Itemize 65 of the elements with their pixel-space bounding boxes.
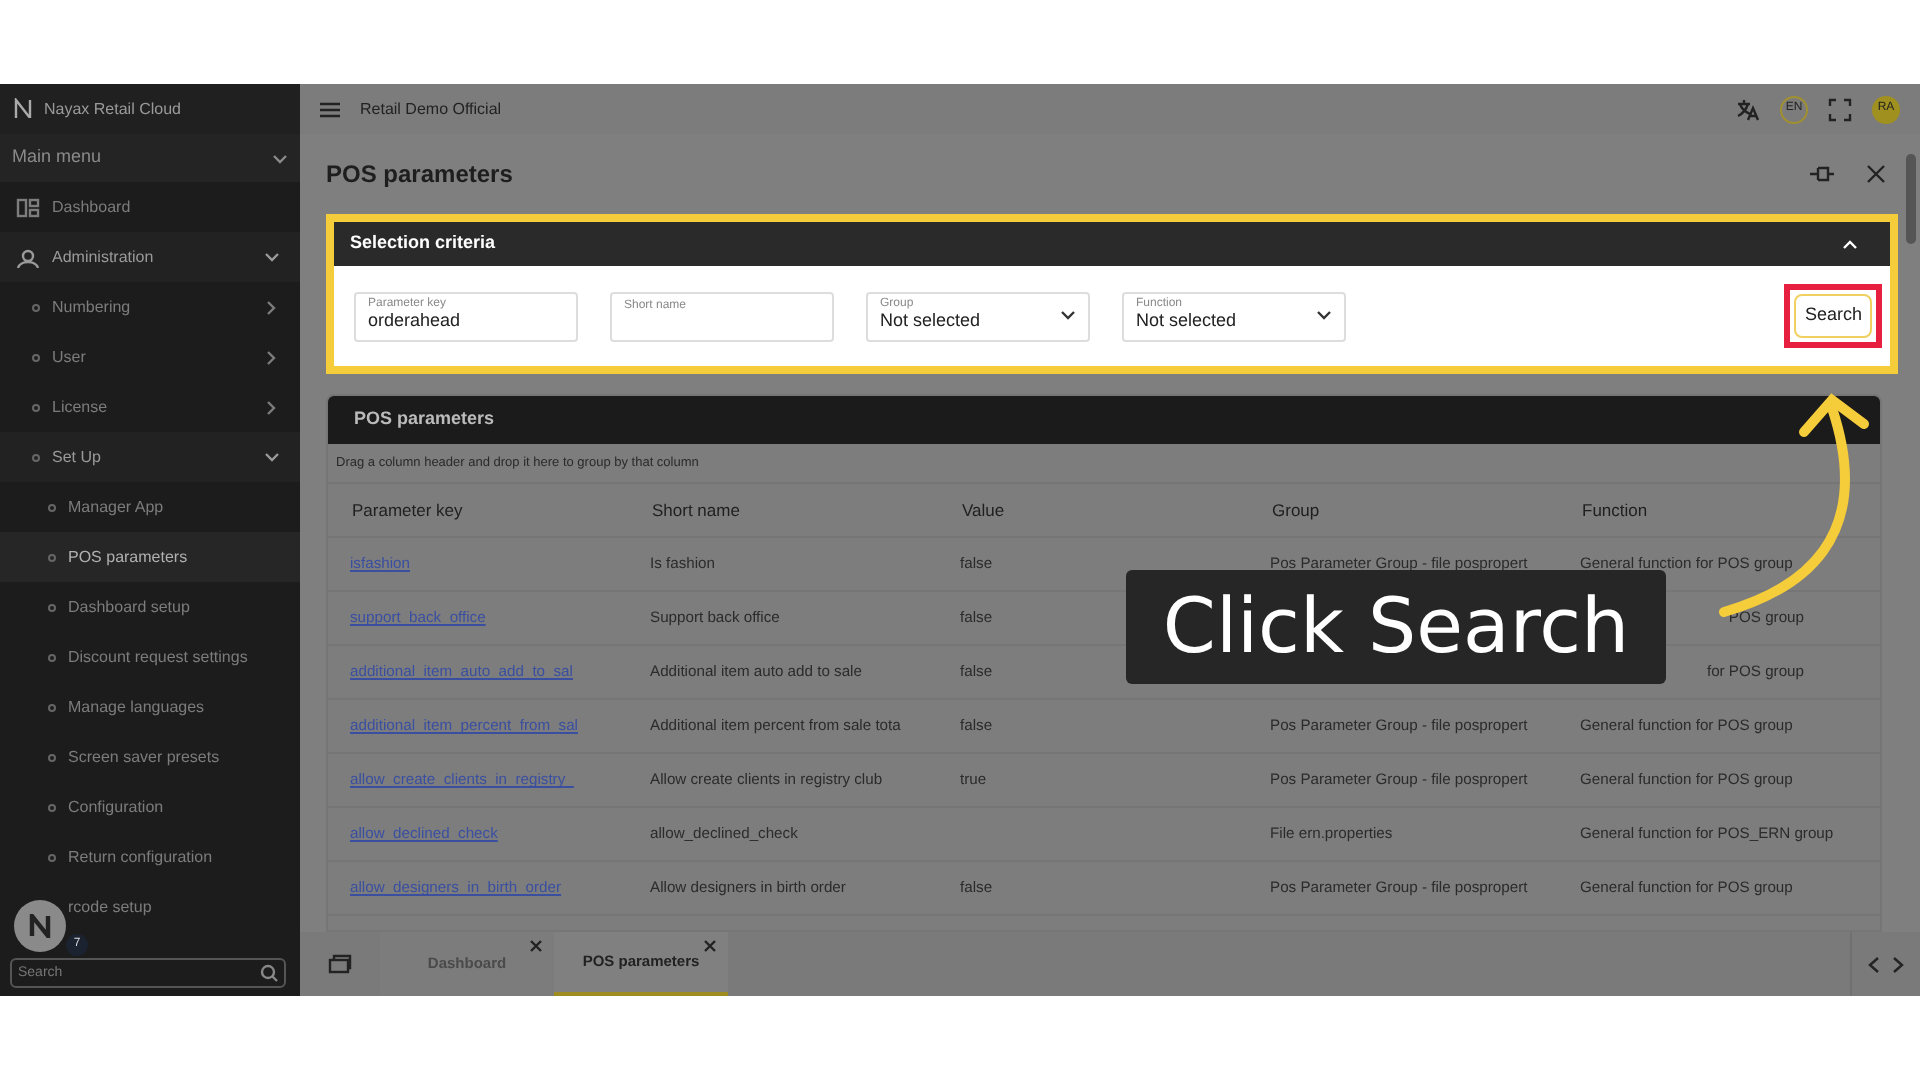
chevron-left-icon — [1868, 955, 1880, 973]
logo-icon — [14, 98, 32, 120]
chevron-down-icon — [272, 151, 288, 165]
menu-item[interactable]: Manager App — [0, 482, 300, 532]
bullet-icon — [48, 753, 56, 761]
bullet-icon — [32, 453, 40, 461]
windows-icon — [328, 954, 352, 974]
bullet-icon — [48, 503, 56, 511]
logo-icon — [28, 914, 52, 938]
translate-icon — [1736, 97, 1760, 121]
column-header[interactable]: Short name — [628, 484, 938, 538]
column-header[interactable]: Function — [1558, 484, 1880, 538]
chevron-right-icon — [264, 299, 280, 315]
person-icon — [16, 247, 40, 267]
menu-item[interactable]: Numbering — [0, 282, 300, 332]
pin-icon — [1810, 164, 1834, 184]
menu-item[interactable]: Dashboard — [0, 182, 300, 232]
grid-title: POS parameters — [328, 396, 1880, 444]
scrollbar[interactable] — [1906, 154, 1916, 244]
chevron-right-icon — [264, 349, 280, 365]
bullet-icon — [48, 703, 56, 711]
chevron-down-icon — [1060, 309, 1076, 321]
brand-name: Nayax Retail Cloud — [44, 97, 181, 121]
menu-item[interactable]: Manage languages — [0, 682, 300, 732]
callout-label: Click Search — [1126, 570, 1666, 684]
fullscreen-icon — [1828, 97, 1852, 121]
bullet-icon — [48, 553, 56, 561]
close-icon — [704, 940, 716, 952]
menu-item[interactable]: Screen saver presets — [0, 732, 300, 782]
menu-item[interactable]: POS parameters — [0, 532, 300, 582]
search-icon — [260, 964, 278, 982]
bullet-icon — [32, 353, 40, 361]
panel-title: Selection criteria — [350, 230, 496, 257]
menu-title: Main menu — [12, 144, 102, 171]
close-icon — [530, 940, 542, 952]
menu-icon — [320, 101, 340, 117]
bullet-icon — [48, 603, 56, 611]
menu-item[interactable]: User — [0, 332, 300, 382]
help-button[interactable] — [14, 900, 66, 952]
menu-item[interactable]: Administration — [0, 232, 300, 282]
column-header[interactable]: Value — [938, 484, 1248, 538]
bullet-icon — [48, 853, 56, 861]
chevron-down-icon — [1316, 309, 1332, 321]
menu-item[interactable]: Set Up — [0, 432, 300, 482]
menu-item[interactable]: License — [0, 382, 300, 432]
chevron-down-icon — [264, 449, 280, 465]
chevron-right-icon — [1892, 955, 1904, 973]
column-header[interactable]: Parameter key — [328, 484, 628, 538]
collapse-icon — [1842, 238, 1858, 250]
company-name: Retail Demo Official — [360, 97, 502, 121]
bullet-icon — [32, 403, 40, 411]
column-header[interactable]: Group — [1248, 484, 1558, 538]
bullet-icon — [48, 803, 56, 811]
close-icon — [1866, 164, 1886, 184]
page-title: POS parameters — [326, 158, 513, 192]
search-button[interactable]: Search — [1794, 294, 1872, 338]
menu-item[interactable]: Configuration — [0, 782, 300, 832]
bullet-icon — [32, 303, 40, 311]
menu-item[interactable]: Discount request settings — [0, 632, 300, 682]
chevron-right-icon — [264, 399, 280, 415]
bullet-icon — [48, 653, 56, 661]
dashboard-icon — [16, 197, 40, 217]
menu-item[interactable]: Dashboard setup — [0, 582, 300, 632]
menu-item[interactable]: Return configuration — [0, 832, 300, 882]
chevron-down-icon — [264, 249, 280, 265]
